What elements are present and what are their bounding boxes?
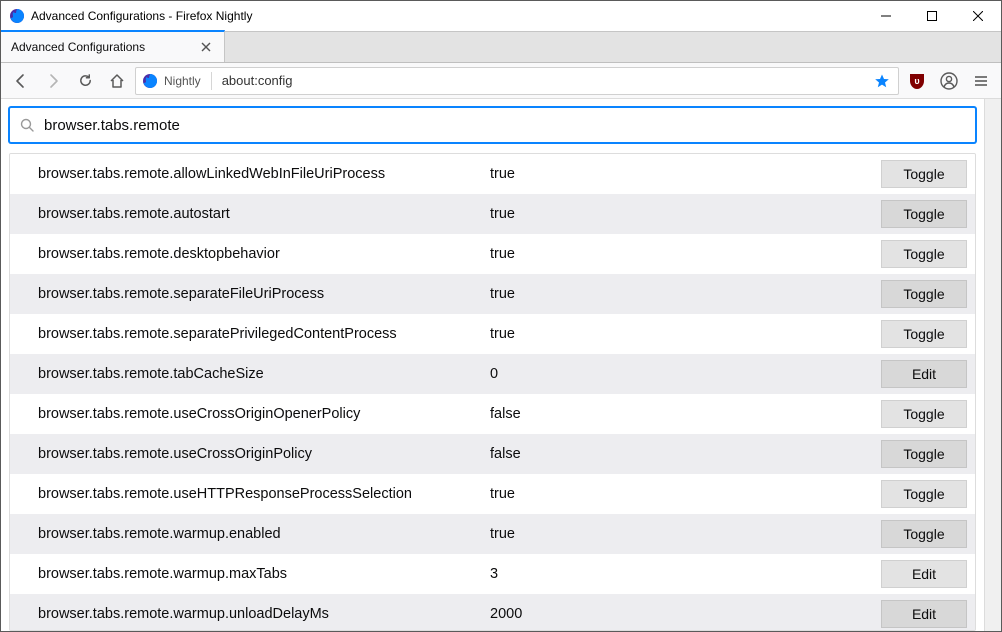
window-controls bbox=[863, 1, 1001, 31]
toggle-button[interactable]: Toggle bbox=[881, 160, 967, 188]
close-tab-icon[interactable] bbox=[198, 39, 214, 55]
pref-value: 2000 bbox=[490, 606, 881, 622]
pref-name: browser.tabs.remote.tabCacheSize bbox=[38, 366, 490, 382]
url-text[interactable]: about:config bbox=[216, 73, 868, 88]
pref-value: true bbox=[490, 166, 881, 182]
browser-tab-active[interactable]: Advanced Configurations bbox=[1, 30, 225, 62]
firefox-nightly-icon bbox=[142, 73, 158, 89]
close-window-button[interactable] bbox=[955, 1, 1001, 31]
pref-row: browser.tabs.remote.autostarttrueToggle bbox=[10, 194, 975, 234]
pref-name: browser.tabs.remote.warmup.maxTabs bbox=[38, 566, 490, 582]
home-button[interactable] bbox=[103, 67, 131, 95]
maximize-button[interactable] bbox=[909, 1, 955, 31]
toggle-button[interactable]: Toggle bbox=[881, 280, 967, 308]
pref-row: browser.tabs.remote.warmup.maxTabs3Edit bbox=[10, 554, 975, 594]
toggle-button[interactable]: Toggle bbox=[881, 240, 967, 268]
toggle-button[interactable]: Toggle bbox=[881, 200, 967, 228]
menu-icon[interactable] bbox=[967, 67, 995, 95]
pref-row: browser.tabs.remote.warmup.unloadDelayMs… bbox=[10, 594, 975, 631]
toggle-button[interactable]: Toggle bbox=[881, 400, 967, 428]
reload-button[interactable] bbox=[71, 67, 99, 95]
pref-value: true bbox=[490, 246, 881, 262]
toggle-button[interactable]: Toggle bbox=[881, 480, 967, 508]
pref-row: browser.tabs.remote.useHTTPResponseProce… bbox=[10, 474, 975, 514]
ublock-icon[interactable]: υ bbox=[903, 67, 931, 95]
prefs-table: browser.tabs.remote.allowLinkedWebInFile… bbox=[9, 153, 976, 631]
edit-button[interactable]: Edit bbox=[881, 600, 967, 628]
window-title: Advanced Configurations - Firefox Nightl… bbox=[31, 9, 252, 23]
pref-name: browser.tabs.remote.useCrossOriginPolicy bbox=[38, 446, 490, 462]
pref-search-wrap bbox=[9, 107, 976, 143]
pref-value: true bbox=[490, 526, 881, 542]
url-bar[interactable]: Nightly about:config bbox=[135, 67, 899, 95]
page-content: browser.tabs.remote.allowLinkedWebInFile… bbox=[1, 99, 1001, 631]
pref-row: browser.tabs.remote.allowLinkedWebInFile… bbox=[10, 154, 975, 194]
pref-name: browser.tabs.remote.useHTTPResponseProce… bbox=[38, 486, 490, 502]
toggle-button[interactable]: Toggle bbox=[881, 440, 967, 468]
edit-button[interactable]: Edit bbox=[881, 560, 967, 588]
pref-row: browser.tabs.remote.desktopbehaviortrueT… bbox=[10, 234, 975, 274]
svg-text:υ: υ bbox=[914, 76, 919, 86]
pref-value: 0 bbox=[490, 366, 881, 382]
pref-value: false bbox=[490, 446, 881, 462]
tab-strip: Advanced Configurations bbox=[1, 31, 1001, 63]
urlbar-separator bbox=[211, 72, 212, 90]
forward-button[interactable] bbox=[39, 67, 67, 95]
identity-label: Nightly bbox=[162, 74, 207, 88]
firefox-nightly-icon bbox=[9, 8, 25, 24]
pref-value: true bbox=[490, 286, 881, 302]
search-icon bbox=[20, 118, 34, 132]
pref-value: true bbox=[490, 486, 881, 502]
pref-name: browser.tabs.remote.allowLinkedWebInFile… bbox=[38, 166, 490, 182]
pref-value: true bbox=[490, 206, 881, 222]
pref-row: browser.tabs.remote.useCrossOriginPolicy… bbox=[10, 434, 975, 474]
toggle-button[interactable]: Toggle bbox=[881, 320, 967, 348]
pref-value: 3 bbox=[490, 566, 881, 582]
window-titlebar: Advanced Configurations - Firefox Nightl… bbox=[1, 1, 1001, 31]
pref-row: browser.tabs.remote.warmup.enabledtrueTo… bbox=[10, 514, 975, 554]
navigation-toolbar: Nightly about:config υ bbox=[1, 63, 1001, 99]
toggle-button[interactable]: Toggle bbox=[881, 520, 967, 548]
tab-title: Advanced Configurations bbox=[11, 40, 145, 54]
pref-value: false bbox=[490, 406, 881, 422]
pref-value: true bbox=[490, 326, 881, 342]
edit-button[interactable]: Edit bbox=[881, 360, 967, 388]
pref-row: browser.tabs.remote.separatePrivilegedCo… bbox=[10, 314, 975, 354]
account-icon[interactable] bbox=[935, 67, 963, 95]
pref-row: browser.tabs.remote.tabCacheSize0Edit bbox=[10, 354, 975, 394]
pref-search-input[interactable] bbox=[44, 117, 965, 134]
pref-name: browser.tabs.remote.autostart bbox=[38, 206, 490, 222]
pref-name: browser.tabs.remote.warmup.enabled bbox=[38, 526, 490, 542]
pref-name: browser.tabs.remote.warmup.unloadDelayMs bbox=[38, 606, 490, 622]
vertical-scrollbar[interactable] bbox=[984, 99, 1001, 631]
back-button[interactable] bbox=[7, 67, 35, 95]
minimize-button[interactable] bbox=[863, 1, 909, 31]
bookmark-star-icon[interactable] bbox=[872, 73, 892, 89]
pref-name: browser.tabs.remote.separateFileUriProce… bbox=[38, 286, 490, 302]
pref-name: browser.tabs.remote.desktopbehavior bbox=[38, 246, 490, 262]
pref-name: browser.tabs.remote.separatePrivilegedCo… bbox=[38, 326, 490, 342]
pref-name: browser.tabs.remote.useCrossOriginOpener… bbox=[38, 406, 490, 422]
pref-row: browser.tabs.remote.separateFileUriProce… bbox=[10, 274, 975, 314]
pref-row: browser.tabs.remote.useCrossOriginOpener… bbox=[10, 394, 975, 434]
